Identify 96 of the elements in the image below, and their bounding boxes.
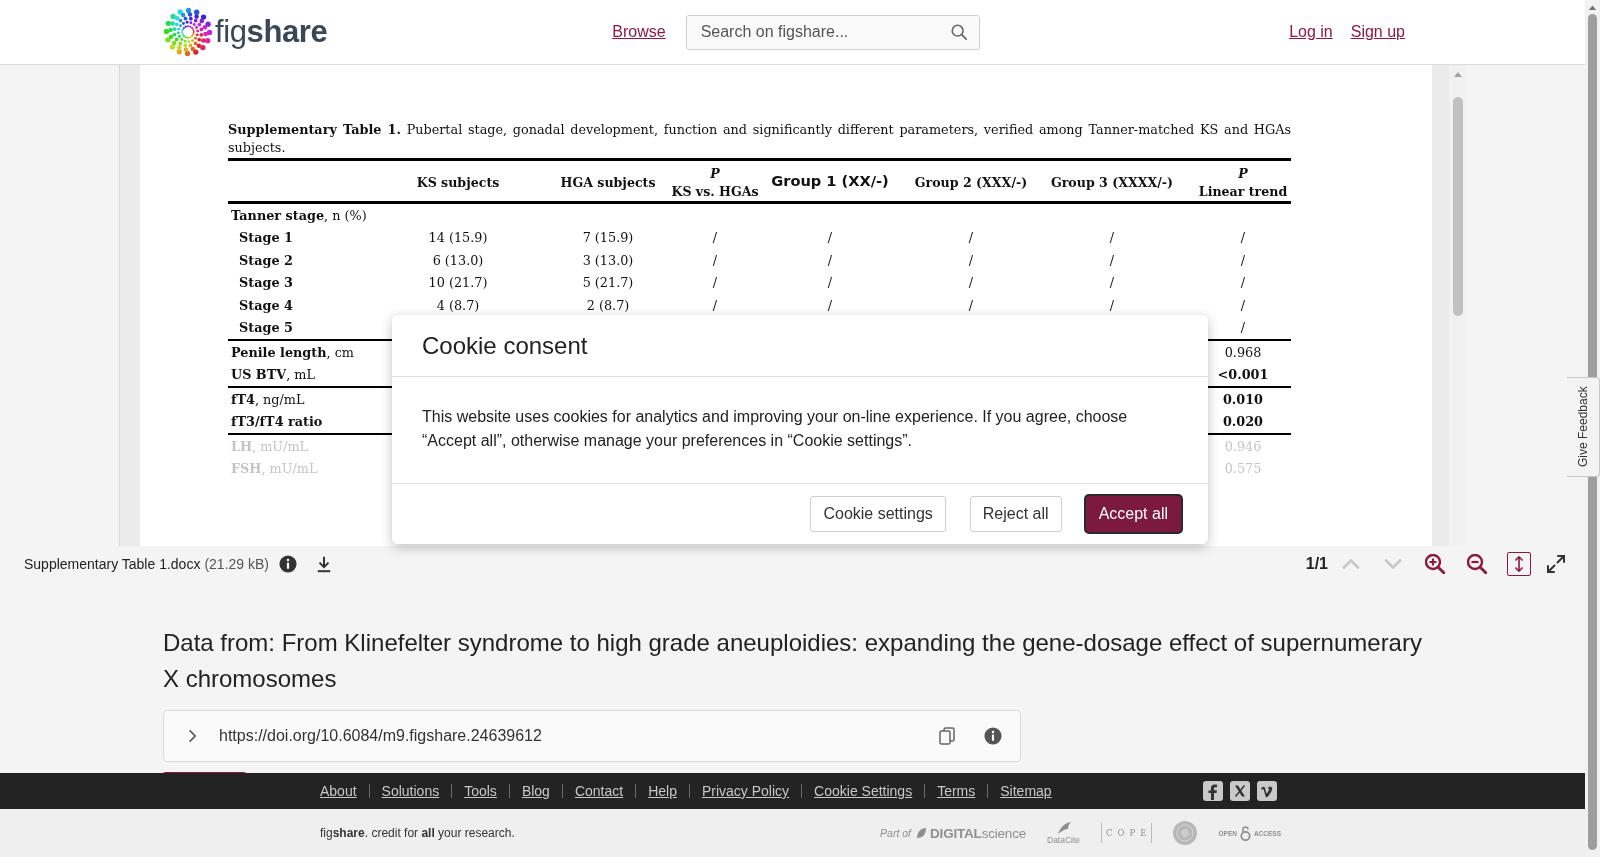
search-icon[interactable] [949, 22, 968, 41]
article-title: Data from: From Klinefelter syndrome to high grade aneuploidies: expanding the gene-dosage effect of supernumerary X chromosomes [163, 628, 1423, 694]
table-cell: / [827, 252, 833, 268]
table-cell: 0.968 [1224, 344, 1262, 360]
vimeo-icon[interactable] [1257, 781, 1277, 801]
table-cell: / [1240, 252, 1246, 268]
x-icon[interactable] [1230, 781, 1250, 801]
table-cell: 0.020 [1222, 414, 1264, 430]
row-label: Tanner stage, n (%) [230, 207, 367, 223]
browse-link[interactable]: Browse [612, 22, 666, 42]
table-cell: / [712, 275, 718, 291]
file-size: (21.29 kB) [204, 556, 269, 572]
table-cell: / [968, 252, 974, 268]
page-indicator: 1/1 [1305, 555, 1328, 573]
table-cell: / [1109, 297, 1115, 313]
table-cell: / [827, 275, 833, 291]
footer-link[interactable]: Contact [574, 783, 624, 799]
accept-button[interactable]: Accept all [1085, 496, 1181, 532]
row-label: Stage 1 [238, 230, 293, 246]
table-cell: 2 (8.7) [586, 297, 630, 313]
column-header: Group 1 (XX/-) [771, 172, 889, 190]
column-header: HGA subjects [560, 173, 656, 192]
table-cell: 14 (15.9) [428, 230, 488, 246]
feedback-tab[interactable]: Give Feedback [1567, 377, 1600, 477]
table-cell: 5 (21.7) [582, 275, 634, 291]
table-cell: / [712, 297, 718, 313]
table-cell: / [1240, 230, 1246, 246]
column-header: P KS vs. HGAs [671, 164, 759, 201]
table-cell: 10 (21.7) [428, 275, 488, 291]
zoom-in-icon[interactable] [1425, 554, 1445, 574]
table-cell: / [827, 230, 833, 246]
table-cell: / [1240, 275, 1246, 291]
row-label: Stage 2 [238, 252, 293, 268]
table-cell: / [968, 230, 974, 246]
row-label: Stage 5 [238, 320, 293, 336]
table-cell: / [712, 252, 718, 268]
dialog-title: Cookie consent [422, 330, 588, 361]
download-icon[interactable] [315, 555, 333, 573]
column-header: Group 2 (XXX/-) [914, 173, 1028, 192]
column-header: KS subjects [416, 173, 500, 192]
padlock-icon[interactable] [1239, 825, 1251, 841]
facebook-icon[interactable] [1203, 781, 1223, 801]
leaf-mark-icon[interactable] [916, 827, 928, 839]
row-label: FSH, mU/mL [230, 461, 318, 477]
row-label: US BTV, mL [230, 367, 315, 383]
table-cell: 6 (13.0) [432, 252, 484, 268]
footer-link[interactable]: Sitemap [1000, 783, 1052, 799]
row-label: Stage 3 [238, 275, 293, 291]
footer-link[interactable]: About [320, 783, 357, 799]
zoom-out-icon[interactable] [1467, 554, 1487, 574]
tagline: figshare. credit for all your research. [320, 826, 515, 840]
table-cell: / [1240, 297, 1246, 313]
row-label: LH, mU/mL [230, 438, 309, 454]
table-cell: / [1109, 275, 1115, 291]
footer-link[interactable]: Help [648, 783, 677, 799]
column-header: P Linear trend [1198, 164, 1288, 201]
table-cell: 4 (8.7) [436, 297, 480, 313]
table-cell: 0.946 [1224, 438, 1262, 454]
search-field[interactable]: Search on figshare... [685, 14, 980, 50]
footer-link[interactable]: Terms [937, 783, 976, 799]
table-cell: 7 (15.9) [582, 230, 634, 246]
file-name: Supplementary Table 1.docx [24, 556, 201, 572]
table-cell: / [712, 230, 718, 246]
dialog-button[interactable]: Reject all [969, 496, 1062, 532]
dialog-message: This website uses cookies for analytics and improving your on-line experience. If you agree, choose “Accept all”, otherwise manage your preferences in “Cookie settings”. [422, 407, 1129, 451]
table-cell: 3 (13.0) [582, 252, 634, 268]
footer-link[interactable]: Blog [521, 783, 550, 799]
row-label: fT4, ng/mL [230, 391, 305, 407]
logo-text[interactable]: figshare [215, 14, 328, 50]
table-cell: / [827, 297, 833, 313]
footer-link[interactable]: Cookie Settings [814, 783, 913, 799]
row-label: fT3/fT4 ratio [230, 414, 323, 430]
table-cell: <0.001 [1217, 367, 1269, 383]
row-label: Penile length, cm [230, 344, 354, 360]
table-cell: / [1109, 230, 1115, 246]
column-header: Group 3 (XXXX/-) [1050, 173, 1174, 192]
table-cell: / [1240, 320, 1246, 336]
table-cell: / [968, 297, 974, 313]
row-label: Stage 4 [238, 297, 293, 313]
table-cell: / [968, 275, 974, 291]
table-cell: / [1109, 252, 1115, 268]
info-icon[interactable] [279, 555, 297, 573]
footer-link[interactable]: Solutions [381, 783, 440, 799]
expand-icon[interactable] [1546, 554, 1566, 574]
doi-link[interactable]: https://doi.org/10.6084/m9.figshare.24639612 [219, 727, 542, 745]
dialog-button[interactable]: Cookie settings [810, 496, 946, 532]
footer-link[interactable]: Tools [464, 783, 497, 799]
table-caption: Supplementary Table 1. Pubertal stage, gonadal development, function and significantly different parameters, verified among Tanner-matched KS and HGAs subjects. [228, 121, 1291, 157]
dotted-spiral-icon[interactable] [163, 7, 213, 57]
footer-link[interactable]: Privacy Policy [701, 783, 790, 799]
table-cell: 0.575 [1224, 461, 1262, 477]
login-link[interactable]: Log in [1289, 22, 1333, 42]
info-icon[interactable] [984, 727, 1002, 745]
copy-icon[interactable] [939, 727, 955, 745]
signup-link[interactable]: Sign up [1350, 22, 1405, 42]
table-cell: 0.010 [1222, 391, 1264, 407]
